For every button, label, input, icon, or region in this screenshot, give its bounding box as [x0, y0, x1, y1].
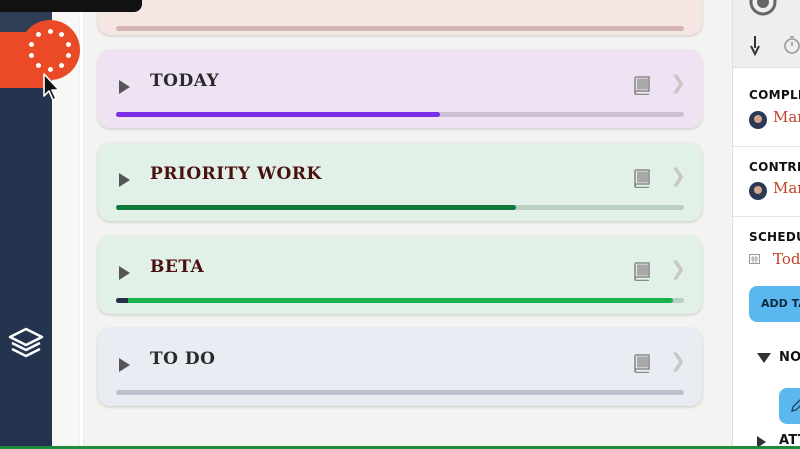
- separator: [733, 216, 800, 217]
- record-icon[interactable]: [747, 0, 779, 18]
- contributor-value[interactable]: Mar: [773, 179, 800, 197]
- mouse-cursor-icon: [43, 73, 60, 101]
- completed-by-header: COMPLE: [749, 88, 800, 102]
- tooltip-edge: [0, 0, 142, 12]
- nav-divider: [80, 0, 83, 449]
- calendar-icon: [749, 254, 760, 264]
- chevron-right-icon[interactable]: ❯: [670, 165, 686, 187]
- play-triangle-icon[interactable]: [119, 266, 130, 280]
- dial-dot: [58, 62, 64, 68]
- book-icon[interactable]: [632, 262, 652, 281]
- contributors-header: CONTRI: [749, 160, 800, 174]
- pin-icon[interactable]: [747, 34, 763, 56]
- list-title: TO DO: [150, 349, 216, 369]
- dial-dot: [47, 28, 53, 34]
- progress-track: [116, 26, 684, 31]
- progress-fill: [116, 205, 517, 210]
- book-icon[interactable]: [632, 76, 652, 95]
- progress-track: [116, 298, 684, 303]
- dial-dot: [65, 41, 71, 47]
- play-triangle-icon[interactable]: [119, 80, 130, 94]
- dial-icon[interactable]: [20, 20, 80, 80]
- play-triangle-icon[interactable]: [119, 358, 130, 372]
- book-icon[interactable]: [632, 169, 652, 188]
- dial-dot: [47, 66, 53, 72]
- progress-track: [116, 390, 684, 395]
- progress-fill: [116, 298, 673, 303]
- chevron-right-icon[interactable]: ❯: [670, 350, 686, 372]
- dial-dot: [65, 53, 71, 59]
- list-card[interactable]: TODAY ❯: [98, 50, 702, 128]
- dial-dot: [29, 53, 35, 59]
- pencil-icon: [791, 399, 800, 412]
- edit-notes-button[interactable]: [779, 388, 800, 424]
- book-icon[interactable]: [632, 354, 652, 373]
- list-card[interactable]: PRIORITY WORK ❯: [98, 143, 702, 221]
- progress-track: [116, 112, 684, 117]
- progress-fill: [116, 112, 440, 117]
- avatar: [749, 182, 767, 200]
- list-title: BETA: [150, 257, 205, 277]
- schedule-value[interactable]: Toda: [773, 250, 800, 268]
- chevron-right-icon[interactable]: ❯: [670, 72, 686, 94]
- avatar: [749, 111, 767, 129]
- list-title: TODAY: [150, 71, 220, 91]
- list-card[interactable]: [98, 0, 702, 35]
- task-detail-panel: COMPLE Mar CONTRI Mar SCHEDU Toda ADD TA…: [732, 0, 800, 449]
- completed-by-value[interactable]: Mar: [773, 108, 800, 126]
- dial-dot: [36, 62, 42, 68]
- collapse-notes-icon[interactable]: [757, 353, 771, 363]
- dial-dot: [36, 32, 42, 38]
- layers-icon[interactable]: [8, 325, 44, 361]
- panel-toolbar: [733, 0, 800, 68]
- list-title: PRIORITY WORK: [150, 164, 322, 184]
- separator: [733, 146, 800, 147]
- play-triangle-icon[interactable]: [119, 173, 130, 187]
- chevron-right-icon[interactable]: ❯: [670, 258, 686, 280]
- dial-dot: [58, 32, 64, 38]
- timer-icon[interactable]: [783, 36, 800, 54]
- notes-header: NO: [779, 350, 800, 365]
- dial-dot: [29, 41, 35, 47]
- list-card[interactable]: BETA ❯: [98, 236, 702, 314]
- add-task-button[interactable]: ADD TA: [749, 286, 800, 322]
- progress-track: [116, 205, 684, 210]
- schedule-header: SCHEDU: [749, 230, 800, 244]
- progress-start-marker: [116, 298, 128, 303]
- list-card[interactable]: TO DO ❯: [98, 328, 702, 406]
